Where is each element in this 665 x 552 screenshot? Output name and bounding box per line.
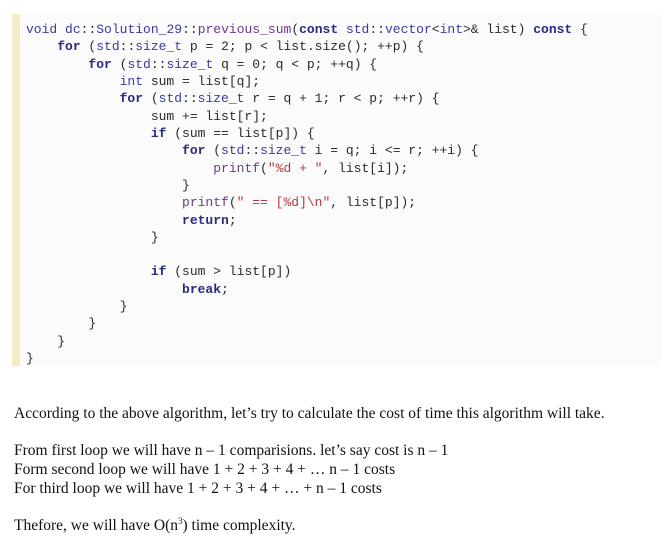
code-line: printf(" == [%d]\n", list[p]);	[182, 195, 417, 210]
code-line: sum += list[r];	[26, 109, 268, 124]
second-loop-text: Form second loop we will have 1 + 2 + 3 …	[14, 461, 396, 478]
code-line: }	[26, 178, 190, 193]
code-line: break;	[182, 282, 229, 297]
conclusion-prefix: Thefore, we will have O(n	[14, 517, 178, 534]
code-line: }	[26, 334, 66, 349]
code-line: if (sum == list[p]) {	[150, 126, 315, 141]
code-line: }	[26, 316, 97, 331]
code-line: for (std::size_t q = 0; q < p; ++q) {	[88, 57, 378, 72]
code-line: }	[26, 230, 159, 245]
code-line: if (sum > list[p])	[150, 264, 292, 279]
code-line: return;	[182, 213, 237, 228]
code-line: }	[26, 299, 128, 314]
code-line: for (std::size_t i = q; i <= r; ++i) {	[182, 143, 479, 158]
code-line: void dc::Solution_29::previous_sum(const…	[26, 22, 588, 37]
conclusion-suffix: ) time complexity.	[182, 517, 296, 534]
code-block-margin-bar	[12, 14, 20, 366]
code-line: for (std::size_t r = q + 1; r < p; ++r) …	[119, 91, 440, 106]
code-line: }	[26, 351, 34, 366]
code-line: printf("%d + ", list[i]);	[213, 161, 409, 176]
code-line: int sum = list[q];	[119, 74, 261, 89]
intro-paragraph: According to the above algorithm, let’s …	[14, 405, 605, 422]
conclusion-text: Thefore, we will have O(n3) time complex…	[14, 517, 296, 535]
first-loop-text: From first loop we will have n – 1 compa…	[14, 442, 449, 459]
code-line: for (std::size_t p = 2; p < list.size();…	[57, 39, 424, 54]
third-loop-text: For third loop we will have 1 + 2 + 3 + …	[14, 480, 382, 497]
